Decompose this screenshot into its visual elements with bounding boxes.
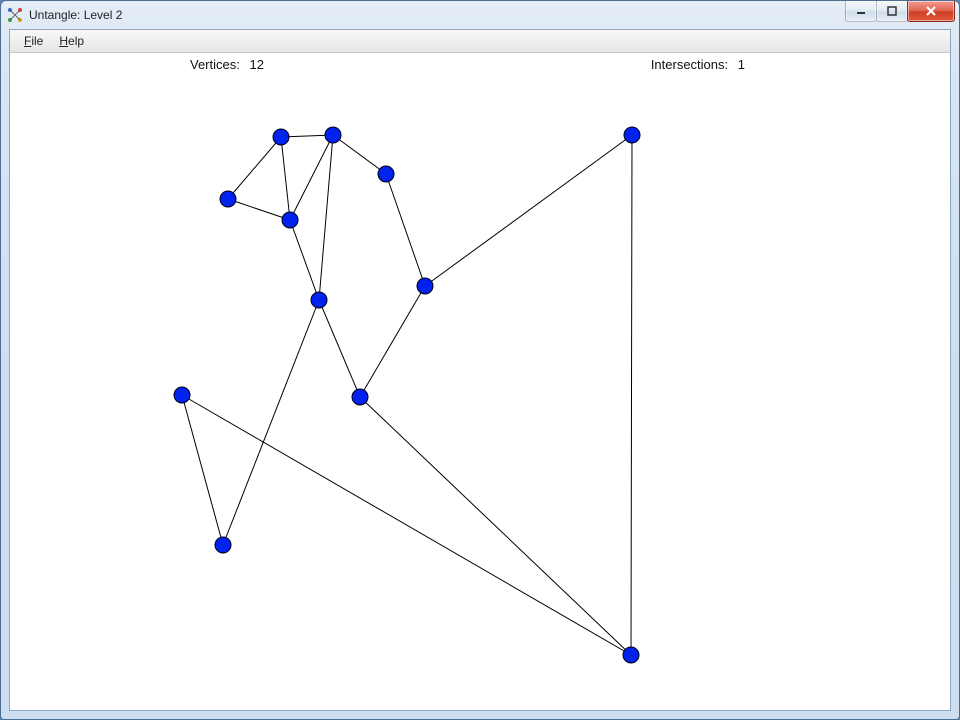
window-controls	[846, 1, 955, 22]
graph-edge	[319, 135, 333, 300]
graph-vertex[interactable]	[174, 387, 190, 403]
menu-file[interactable]: File	[16, 32, 51, 50]
graph-edge	[360, 397, 631, 655]
intersections-label: Intersections:	[651, 57, 728, 72]
intersections-info: Intersections: 1	[651, 57, 745, 72]
graph-edge	[223, 300, 319, 545]
vertices-label: Vertices:	[190, 57, 240, 72]
menu-help-label: Help	[59, 34, 84, 48]
graph-vertex[interactable]	[378, 166, 394, 182]
maximize-icon	[887, 6, 897, 16]
menu-file-label: File	[24, 34, 43, 48]
vertices-value: 12	[249, 57, 263, 72]
graph-vertex[interactable]	[417, 278, 433, 294]
graph-edge	[290, 220, 319, 300]
graph-vertex[interactable]	[311, 292, 327, 308]
client-area: File Help Vertices: 12 Intersections: 1	[9, 29, 951, 711]
graph-edge	[425, 135, 632, 286]
graph-edge	[281, 137, 290, 220]
graph-edge	[333, 135, 386, 174]
menubar: File Help	[10, 30, 950, 53]
graph-edge	[631, 135, 632, 655]
graph-edge	[319, 300, 360, 397]
window-title: Untangle: Level 2	[29, 8, 122, 22]
graph-canvas[interactable]	[10, 76, 950, 710]
titlebar[interactable]: Untangle: Level 2	[1, 1, 959, 29]
minimize-icon	[856, 6, 866, 16]
graph-vertex[interactable]	[282, 212, 298, 228]
close-button[interactable]	[907, 1, 955, 22]
graph-vertex[interactable]	[215, 537, 231, 553]
graph-svg[interactable]	[10, 76, 950, 710]
window-frame: Untangle: Level 2 Fil	[0, 0, 960, 720]
graph-edge	[386, 174, 425, 286]
graph-edge	[228, 137, 281, 199]
graph-vertex[interactable]	[273, 129, 289, 145]
app-icon	[7, 7, 23, 23]
graph-edge	[228, 199, 290, 220]
graph-edge	[182, 395, 631, 655]
graph-edge	[182, 395, 223, 545]
minimize-button[interactable]	[845, 1, 877, 22]
menu-help[interactable]: Help	[51, 32, 92, 50]
graph-vertex[interactable]	[220, 191, 236, 207]
graph-vertex[interactable]	[624, 127, 640, 143]
graph-vertex[interactable]	[352, 389, 368, 405]
maximize-button[interactable]	[876, 1, 908, 22]
graph-vertex[interactable]	[623, 647, 639, 663]
vertices-info: Vertices: 12	[190, 57, 264, 72]
graph-vertex[interactable]	[325, 127, 341, 143]
intersections-value: 1	[738, 57, 745, 72]
close-icon	[925, 6, 937, 16]
info-row: Vertices: 12 Intersections: 1	[10, 53, 950, 77]
graph-edge	[360, 286, 425, 397]
